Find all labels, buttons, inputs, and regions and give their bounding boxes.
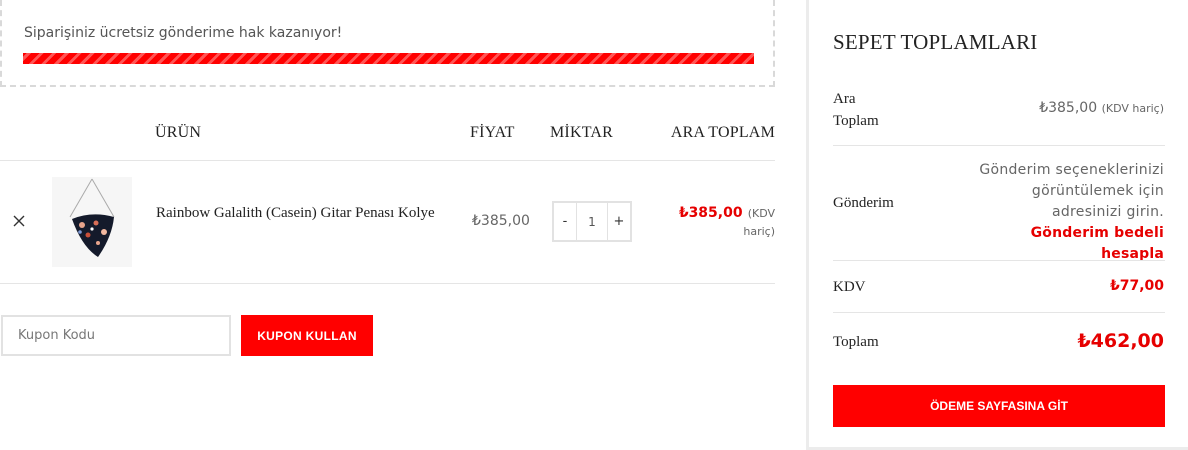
totals-divider	[833, 312, 1165, 313]
subtotal-tax-note: (KDV hariç)	[1101, 102, 1164, 115]
progress-fill	[23, 53, 754, 64]
product-thumbnail[interactable]	[52, 177, 132, 267]
total-label: Toplam	[833, 334, 879, 350]
row-subtotal-amount: ₺385,00	[678, 205, 743, 221]
product-price: ₺385,00	[472, 213, 530, 229]
row-tax-note: (KDV	[747, 207, 775, 220]
header-divider	[0, 160, 775, 161]
remove-item-close-icon[interactable]	[12, 211, 26, 231]
free-shipping-progress-bar	[23, 53, 754, 64]
shipping-info: Gönderim seçeneklerinizi görüntülemek iç…	[964, 160, 1164, 265]
subtotal-label: Ara Toplam	[833, 88, 879, 132]
apply-coupon-button[interactable]: KUPON KULLAN	[241, 315, 373, 356]
header-price: FİYAT	[470, 124, 515, 141]
quantity-decrease-button[interactable]: -	[554, 203, 576, 240]
tax-label: KDV	[833, 279, 866, 295]
product-name-link[interactable]: Rainbow Galalith (Casein) Gitar Penası K…	[156, 202, 446, 224]
row-tax-note-2: hariç)	[743, 225, 775, 238]
quantity-stepper: - 1 +	[552, 201, 632, 242]
header-quantity: MİKTAR	[550, 124, 614, 141]
shipping-label: Gönderim	[833, 195, 894, 211]
row-subtotal: ₺385,00 (KDV hariç)	[679, 202, 775, 243]
subtotal-label-line1: Ara	[833, 91, 856, 107]
quantity-input[interactable]: 1	[576, 203, 608, 240]
total-value: ₺462,00	[1077, 330, 1164, 352]
subtotal-label-line2: Toplam	[833, 113, 879, 129]
quantity-increase-button[interactable]: +	[608, 203, 630, 240]
tax-value: ₺77,00	[1109, 278, 1164, 294]
subtotal-amount: ₺385,00	[1039, 100, 1098, 116]
calculate-shipping-link[interactable]: Gönderim bedeli hesapla	[964, 223, 1164, 265]
coupon-code-input[interactable]	[1, 315, 231, 356]
row-divider	[0, 283, 775, 284]
header-product: ÜRÜN	[155, 124, 202, 141]
subtotal-value: ₺385,00 (KDV hariç)	[1039, 100, 1164, 116]
cart-totals-title: SEPET TOPLAMLARI	[833, 30, 1038, 54]
proceed-to-checkout-button[interactable]: ÖDEME SAYFASINA GİT	[833, 385, 1165, 427]
free-shipping-notice: Siparişiniz ücretsiz gönderime hak kazan…	[0, 0, 775, 87]
shipping-info-text: Gönderim seçeneklerinizi görüntülemek iç…	[979, 162, 1164, 220]
free-shipping-message: Siparişiniz ücretsiz gönderime hak kazan…	[24, 25, 343, 41]
totals-divider	[833, 260, 1165, 261]
header-subtotal: ARA TOPLAM	[670, 124, 775, 141]
totals-divider	[833, 145, 1165, 146]
